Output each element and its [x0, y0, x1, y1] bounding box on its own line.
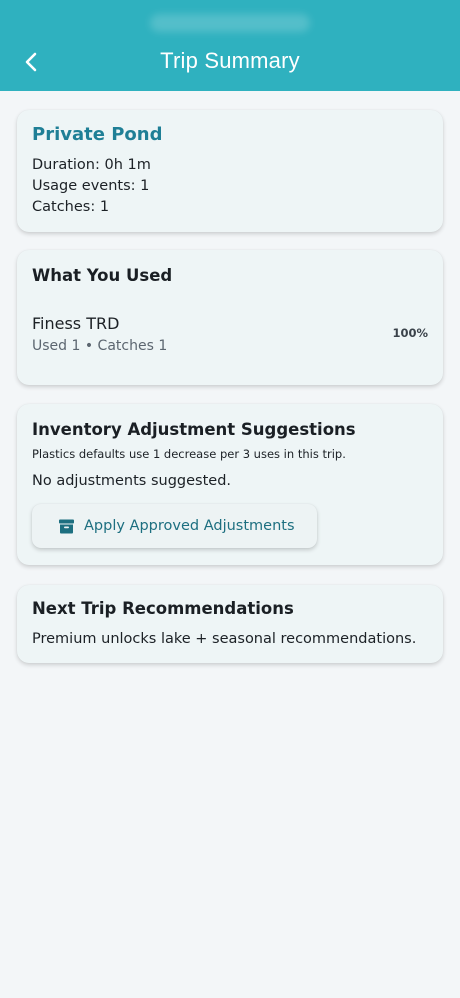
status-bar-blur — [150, 14, 310, 32]
what-you-used-card: What You Used Finess TRD Used 1 • Catche… — [17, 250, 443, 385]
inventory-note: Plastics defaults use 1 decrease per 3 u… — [32, 447, 346, 461]
apply-adjustments-button[interactable]: Apply Approved Adjustments — [32, 504, 317, 548]
page-title: Trip Summary — [160, 48, 300, 73]
used-item-detail: Used 1 • Catches 1 — [32, 338, 168, 354]
what-you-used-title: What You Used — [32, 266, 173, 285]
inventory-adjustment-card: Inventory Adjustment Suggestions Plastic… — [17, 404, 443, 565]
apply-adjustments-label: Apply Approved Adjustments — [84, 518, 295, 534]
recommendations-text: Premium unlocks lake + seasonal recommen… — [32, 631, 417, 647]
inventory-title: Inventory Adjustment Suggestions — [32, 420, 356, 439]
trip-catches: Catches: 1 — [32, 199, 110, 215]
archive-box-icon — [58, 518, 75, 535]
used-item-percent: 100% — [392, 326, 428, 340]
trip-info-card: Private Pond Duration: 0h 1m Usage event… — [17, 110, 443, 232]
recommendations-card: Next Trip Recommendations Premium unlock… — [17, 585, 443, 663]
trip-location: Private Pond — [32, 124, 163, 145]
inventory-status: No adjustments suggested. — [32, 473, 232, 489]
trip-duration: Duration: 0h 1m — [32, 157, 151, 173]
trip-usage-events: Usage events: 1 — [32, 178, 150, 194]
used-item-name: Finess TRD — [32, 314, 120, 333]
app-bar: Trip Summary — [0, 0, 460, 91]
recommendations-title: Next Trip Recommendations — [32, 599, 294, 618]
